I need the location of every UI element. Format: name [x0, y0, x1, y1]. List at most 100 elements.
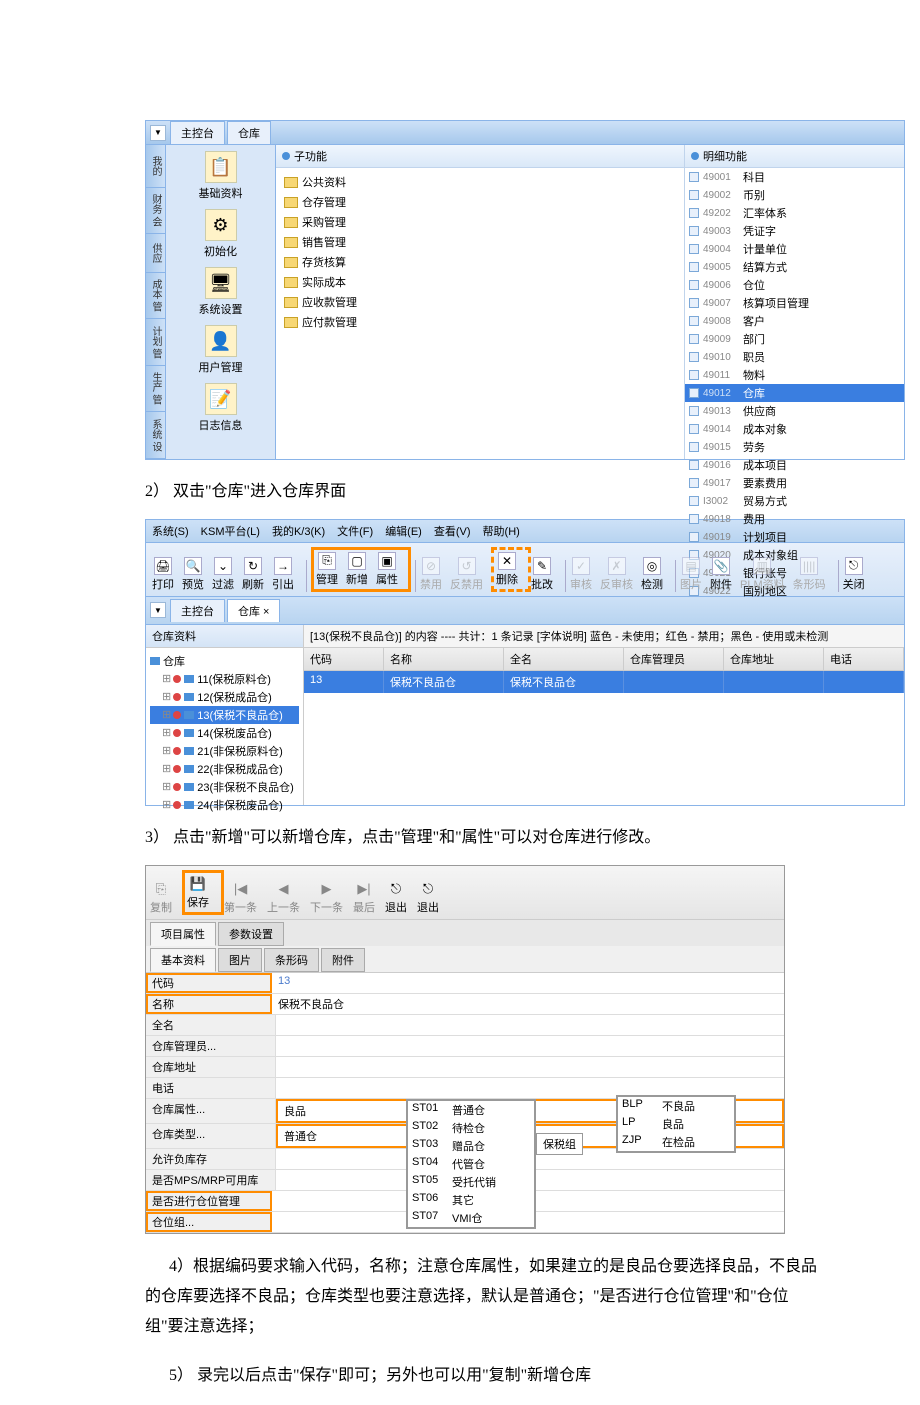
- tree-item[interactable]: ⊞12(保税成品仓): [150, 688, 299, 706]
- menu-item[interactable]: 帮助(H): [483, 526, 520, 538]
- field-value[interactable]: [276, 1057, 784, 1077]
- detail-item-49017[interactable]: 49017要素费用: [685, 474, 904, 492]
- detail-item-49003[interactable]: 49003凭证字: [685, 222, 904, 240]
- warehouse-type-dropdown[interactable]: ST01普通仓ST02待检仓ST03赠品仓ST04代管仓ST05受托代销ST06…: [406, 1099, 536, 1229]
- detail-item-49002[interactable]: 49002币别: [685, 186, 904, 204]
- grid-col-header[interactable]: 名称: [384, 648, 504, 670]
- grid-col-header[interactable]: 全名: [504, 648, 624, 670]
- detail-item-49013[interactable]: 49013供应商: [685, 402, 904, 420]
- tab-console[interactable]: 主控台: [170, 121, 225, 144]
- tab-dropdown-arrow[interactable]: ▼: [150, 125, 166, 141]
- formtoolbtn-第一条[interactable]: |◀第一条: [224, 880, 257, 915]
- toolbtn-管理[interactable]: ⎘管理: [316, 552, 338, 587]
- tab-param-settings[interactable]: 参数设置: [218, 922, 284, 946]
- module-supply[interactable]: 供应 链: [146, 234, 165, 273]
- tree-item[interactable]: ⊞21(非保税原料仓): [150, 742, 299, 760]
- expand-icon[interactable]: ⊞: [162, 726, 171, 739]
- expand-icon[interactable]: ⊞: [162, 690, 171, 703]
- formtoolbtn-下一条[interactable]: ▶下一条: [310, 880, 343, 915]
- module-myk3[interactable]: 我的 K/3: [146, 145, 165, 188]
- menu-item[interactable]: 查看(V): [434, 526, 471, 538]
- tab-item-props[interactable]: 项目属性: [150, 922, 216, 946]
- toolbtn-引出[interactable]: →引出: [272, 557, 294, 592]
- detail-item-I3002[interactable]: I3002贸易方式: [685, 492, 904, 510]
- toolbtn-过滤[interactable]: ⌄过滤: [212, 557, 234, 592]
- formtoolbtn-退出[interactable]: ⎋退出: [385, 880, 407, 915]
- tree-item[interactable]: ⊞23(非保税不良品仓): [150, 778, 299, 796]
- tab-dropdown-arrow[interactable]: ▼: [150, 602, 166, 618]
- menu-item[interactable]: KSM平台(L): [201, 526, 260, 538]
- nav-item-4[interactable]: 📝日志信息: [166, 383, 275, 433]
- bin-group-value[interactable]: 保税组: [536, 1133, 583, 1155]
- folder-item[interactable]: 销售管理: [284, 232, 676, 252]
- formtoolbtn-保存[interactable]: 💾保存: [187, 875, 209, 910]
- grid-col-header[interactable]: 仓库管理员: [624, 648, 724, 670]
- folder-item[interactable]: 实际成本: [284, 272, 676, 292]
- folder-item[interactable]: 应收款管理: [284, 292, 676, 312]
- grid-col-header[interactable]: 电话: [824, 648, 904, 670]
- formtoolbtn-最后[interactable]: ▶|最后: [353, 880, 375, 915]
- module-cost[interactable]: 成本 管理: [146, 273, 165, 320]
- tree-item[interactable]: ⊞24(非保税废品仓): [150, 796, 299, 814]
- detail-item-49202[interactable]: 49202汇率体系: [685, 204, 904, 222]
- grid-row[interactable]: 13保税不良品仓保税不良品仓: [304, 671, 904, 693]
- toolbtn-检测[interactable]: ◎检测: [641, 557, 663, 592]
- folder-item[interactable]: 存货核算: [284, 252, 676, 272]
- field-value[interactable]: [276, 1015, 784, 1035]
- dropdown-item[interactable]: ST07VMI仓: [408, 1209, 534, 1227]
- detail-item-49010[interactable]: 49010职员: [685, 348, 904, 366]
- toolbtn-预览[interactable]: 🔍预览: [182, 557, 204, 592]
- formtoolbtn-退出[interactable]: ⎋退出: [417, 880, 439, 915]
- tree-item[interactable]: ⊞14(保税废品仓): [150, 724, 299, 742]
- expand-icon[interactable]: ⊞: [162, 672, 171, 685]
- toolbtn-批改[interactable]: ✎批改: [531, 557, 553, 592]
- expand-icon[interactable]: ⊞: [162, 762, 171, 775]
- detail-item-49019[interactable]: 49019计划项目: [685, 528, 904, 546]
- dropdown-item[interactable]: BLP不良品: [618, 1097, 734, 1115]
- dropdown-item[interactable]: ZJP在检品: [618, 1133, 734, 1151]
- detail-item-49005[interactable]: 49005结算方式: [685, 258, 904, 276]
- menu-item[interactable]: 编辑(E): [385, 526, 422, 538]
- folder-item[interactable]: 采购管理: [284, 212, 676, 232]
- expand-icon[interactable]: ⊞: [162, 744, 171, 757]
- folder-item[interactable]: 公共资料: [284, 172, 676, 192]
- tab-image[interactable]: 图片: [218, 948, 262, 972]
- toolbtn-附件[interactable]: 📎附件: [710, 557, 732, 592]
- dropdown-item[interactable]: ST03赠品仓: [408, 1137, 534, 1155]
- tree-item[interactable]: ⊞13(保税不良品仓): [150, 706, 299, 724]
- warehouse-attr-dropdown[interactable]: BLP不良品LP良品ZJP在检品: [616, 1095, 736, 1153]
- dropdown-item[interactable]: ST02待检仓: [408, 1119, 534, 1137]
- detail-item-49016[interactable]: 49016成本项目: [685, 456, 904, 474]
- field-value[interactable]: 保税不良品仓: [272, 994, 784, 1014]
- toolbtn-删除[interactable]: ✕删除: [496, 552, 518, 587]
- dropdown-item[interactable]: LP良品: [618, 1115, 734, 1133]
- folder-item[interactable]: 应付款管理: [284, 312, 676, 332]
- field-value[interactable]: [276, 1036, 784, 1056]
- expand-icon[interactable]: ⊞: [162, 708, 171, 721]
- nav-item-3[interactable]: 👤用户管理: [166, 325, 275, 375]
- detail-item-49011[interactable]: 49011物料: [685, 366, 904, 384]
- detail-item-49006[interactable]: 49006仓位: [685, 276, 904, 294]
- detail-item-49007[interactable]: 49007核算项目管理: [685, 294, 904, 312]
- tab-basic-info[interactable]: 基本资料: [150, 948, 216, 972]
- detail-item-49015[interactable]: 49015劳务: [685, 438, 904, 456]
- formtoolbtn-复制[interactable]: ⎘复制: [150, 880, 172, 915]
- nav-item-1[interactable]: ⚙初始化: [166, 209, 275, 259]
- module-plan[interactable]: 计划 管理: [146, 319, 165, 366]
- dropdown-item[interactable]: ST01普通仓: [408, 1101, 534, 1119]
- detail-item-49014[interactable]: 49014成本对象: [685, 420, 904, 438]
- tree-item[interactable]: ⊞11(保税原料仓): [150, 670, 299, 688]
- menu-item[interactable]: 我的K/3(K): [272, 526, 325, 538]
- toolbtn-属性[interactable]: ▣属性: [376, 552, 398, 587]
- formtoolbtn-上一条[interactable]: ◀上一条: [267, 880, 300, 915]
- menu-item[interactable]: 系统(S): [152, 526, 189, 538]
- toolbtn-打印[interactable]: 🖨打印: [152, 557, 174, 592]
- detail-item-49001[interactable]: 49001科目: [685, 168, 904, 186]
- toolbtn-新增[interactable]: ▢新增: [346, 552, 368, 587]
- tab-warehouse-active[interactable]: 仓库 ×: [227, 599, 280, 622]
- expand-icon[interactable]: ⊞: [162, 798, 171, 811]
- module-system[interactable]: 系统 设置: [146, 412, 165, 459]
- dropdown-item[interactable]: ST06其它: [408, 1191, 534, 1209]
- detail-item-49008[interactable]: 49008客户: [685, 312, 904, 330]
- grid-col-header[interactable]: 代码: [304, 648, 384, 670]
